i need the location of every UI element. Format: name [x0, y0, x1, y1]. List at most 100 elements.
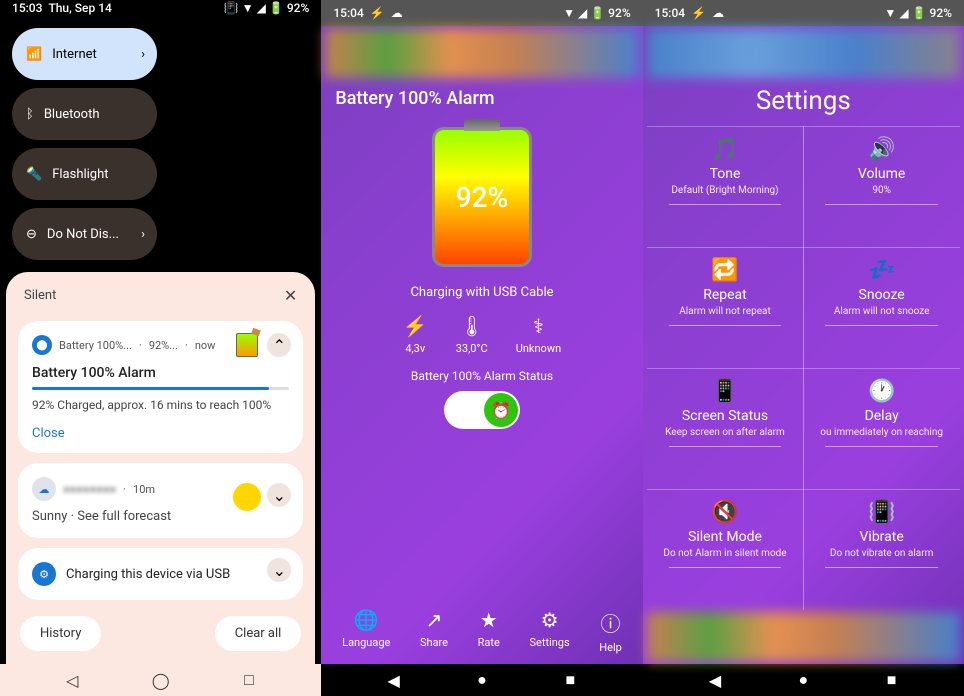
settings-title: Settings	[643, 86, 964, 116]
share-button[interactable]: ↗Share	[420, 608, 448, 654]
rate-button[interactable]: ★Rate	[478, 608, 500, 654]
repeat-icon: 🔁	[655, 258, 796, 283]
wifi-icon: ▼	[242, 1, 254, 15]
notif-title: Charging this device via USB	[66, 567, 230, 582]
recents-button[interactable]: ■	[554, 664, 586, 696]
tile-label: Do Not Dis...	[47, 227, 119, 242]
close-button[interactable]: Close	[32, 426, 65, 441]
ad-banner[interactable]	[647, 28, 960, 78]
home-button[interactable]: ●	[787, 664, 819, 696]
clock-icon: 🕐	[811, 379, 952, 404]
close-icon[interactable]: ✕	[284, 286, 297, 305]
notif-body: Sunny · See full forecast	[32, 509, 289, 524]
tile-bluetooth[interactable]: ᛒ Bluetooth	[12, 88, 157, 140]
home-button[interactable]: ◯	[145, 664, 177, 696]
back-button[interactable]: ◁	[56, 664, 88, 696]
tile-flashlight[interactable]: 🔦 Flashlight	[12, 148, 157, 200]
mute-icon: 🔇	[655, 500, 796, 525]
notification-usb[interactable]: ⚙ Charging this device via USB ⌄	[18, 548, 303, 600]
expand-icon[interactable]: ⌄	[267, 558, 291, 582]
expand-icon[interactable]: ⌄	[267, 483, 291, 507]
recents-button[interactable]: ■	[876, 664, 908, 696]
signal-icon: ◢	[899, 6, 908, 20]
cloud-icon: ☁	[391, 6, 403, 20]
stat-temp: 🌡 33,0°C	[456, 314, 488, 355]
bolt-icon: ⚡	[403, 314, 428, 338]
snooze-icon: 💤	[811, 258, 952, 283]
notif-app-name: Battery 100%...	[59, 339, 132, 352]
ad-banner[interactable]	[325, 28, 638, 78]
setting-delay[interactable]: 🕐 Delay ou immediately on reaching	[803, 368, 960, 489]
status-bar: 15:03 Thu, Sep 14 📳 ▼ ◢ 🔋 92%	[0, 0, 321, 16]
sun-icon	[233, 483, 261, 511]
setting-label: Snooze	[811, 287, 952, 303]
setting-label: Screen Status	[655, 408, 796, 424]
status-bar: 15:04 ⚡ ☁ ▼ ◢ 🔋 92%	[643, 0, 964, 26]
setting-sub: Do not vibrate on alarm	[811, 548, 952, 559]
battery-icon: 🔋	[590, 6, 605, 20]
setting-silent-mode[interactable]: 🔇Silent ModeDo not Alarm in silent mode	[647, 489, 804, 610]
help-button[interactable]: ⓘ Help	[599, 608, 622, 654]
status-battery: 92%	[930, 6, 952, 20]
tile-dnd[interactable]: ⊖ Do Not Dis... ›	[12, 208, 157, 260]
phone-icon: 📱	[655, 379, 796, 404]
setting-label: Vibrate	[811, 529, 952, 545]
info-icon: ⓘ	[599, 608, 622, 637]
nav-bar: ◀ ● ■	[643, 664, 964, 696]
setting-sub: ou immediately on reaching	[811, 427, 952, 438]
alarm-toggle[interactable]: ⏰	[444, 391, 520, 429]
home-button[interactable]: ●	[466, 664, 498, 696]
setting-volume[interactable]: 🔊 Volume 90%	[803, 126, 960, 247]
bluetooth-icon: ᛒ	[26, 107, 34, 122]
ad-banner[interactable]	[647, 612, 960, 662]
status-battery: 92%	[608, 6, 630, 20]
flashlight-icon: 🔦	[26, 167, 42, 182]
chevron-right-icon: ›	[141, 227, 145, 242]
volume-icon: 🔊	[811, 137, 952, 162]
battery-stats: ⚡ 4,3v 🌡 33,0°C ⚕ Unknown	[321, 314, 642, 355]
setting-sub: Do not Alarm in silent mode	[655, 548, 796, 559]
setting-sub: Default (Bright Morning)	[655, 185, 796, 196]
settings-button[interactable]: ⚙Settings	[529, 608, 569, 654]
setting-label: Tone	[655, 166, 796, 182]
setting-label: Delay	[811, 408, 952, 424]
vibrate-icon: 📳	[224, 1, 239, 15]
setting-label: Repeat	[655, 287, 796, 303]
setting-snooze[interactable]: 💤SnoozeAlarm will not snooze	[803, 247, 960, 368]
notif-body: 92% Charged, approx. 16 mins to reach 10…	[32, 398, 289, 412]
stat-value: 33,0°C	[456, 342, 488, 355]
app-icon: ⬤	[32, 335, 52, 355]
clear-all-button[interactable]: Clear all	[215, 616, 302, 651]
setting-sub: Keep screen on after alarm	[655, 427, 796, 438]
status-time: 15:04	[655, 6, 685, 20]
recents-button[interactable]: □	[233, 664, 265, 696]
notification-weather[interactable]: ☁ ■■■■■■■■ · 10m ⌄ Sunny · See full fore…	[18, 463, 303, 538]
wifi-icon: ▼	[563, 6, 575, 20]
back-button[interactable]: ◀	[699, 664, 731, 696]
notif-time: now	[195, 339, 216, 352]
language-button[interactable]: 🌐Language	[342, 608, 390, 654]
globe-icon: 🌐	[342, 608, 390, 632]
status-time: 15:03	[12, 1, 42, 15]
thermometer-icon: 🌡	[456, 314, 488, 338]
cloud-icon: ☁	[32, 477, 56, 501]
back-button[interactable]: ◀	[378, 664, 410, 696]
vibrate-icon: 📳	[811, 500, 952, 525]
setting-repeat[interactable]: 🔁RepeatAlarm will not repeat	[647, 247, 804, 368]
wifi-icon: ▼	[884, 6, 896, 20]
setting-tone[interactable]: 🎵ToneDefault (Bright Morning)	[647, 126, 804, 247]
charging-text: Charging with USB Cable	[321, 285, 642, 300]
setting-label: Volume	[811, 166, 952, 182]
signal-icon: ◢	[578, 6, 587, 20]
notif-app-name: ■■■■■■■■	[63, 483, 116, 496]
setting-screen-status[interactable]: 📱 Screen Status Keep screen on after alarm	[647, 368, 804, 489]
status-bar: 15:04 ⚡ ☁ ▼ ◢ 🔋 92%	[321, 0, 642, 26]
setting-vibrate[interactable]: 📳 Vibrate Do not vibrate on alarm	[803, 489, 960, 610]
setting-sub: 90%	[811, 185, 952, 196]
history-button[interactable]: History	[20, 616, 101, 651]
action-label: Rate	[478, 636, 500, 649]
action-label: Help	[599, 641, 622, 654]
notification-battery-alarm[interactable]: ⬤ Battery 100%... · 92%... · now ⌃ Batte…	[18, 321, 303, 453]
tile-internet[interactable]: 📶 Internet ›	[12, 28, 157, 80]
tile-label: Internet	[52, 47, 97, 62]
